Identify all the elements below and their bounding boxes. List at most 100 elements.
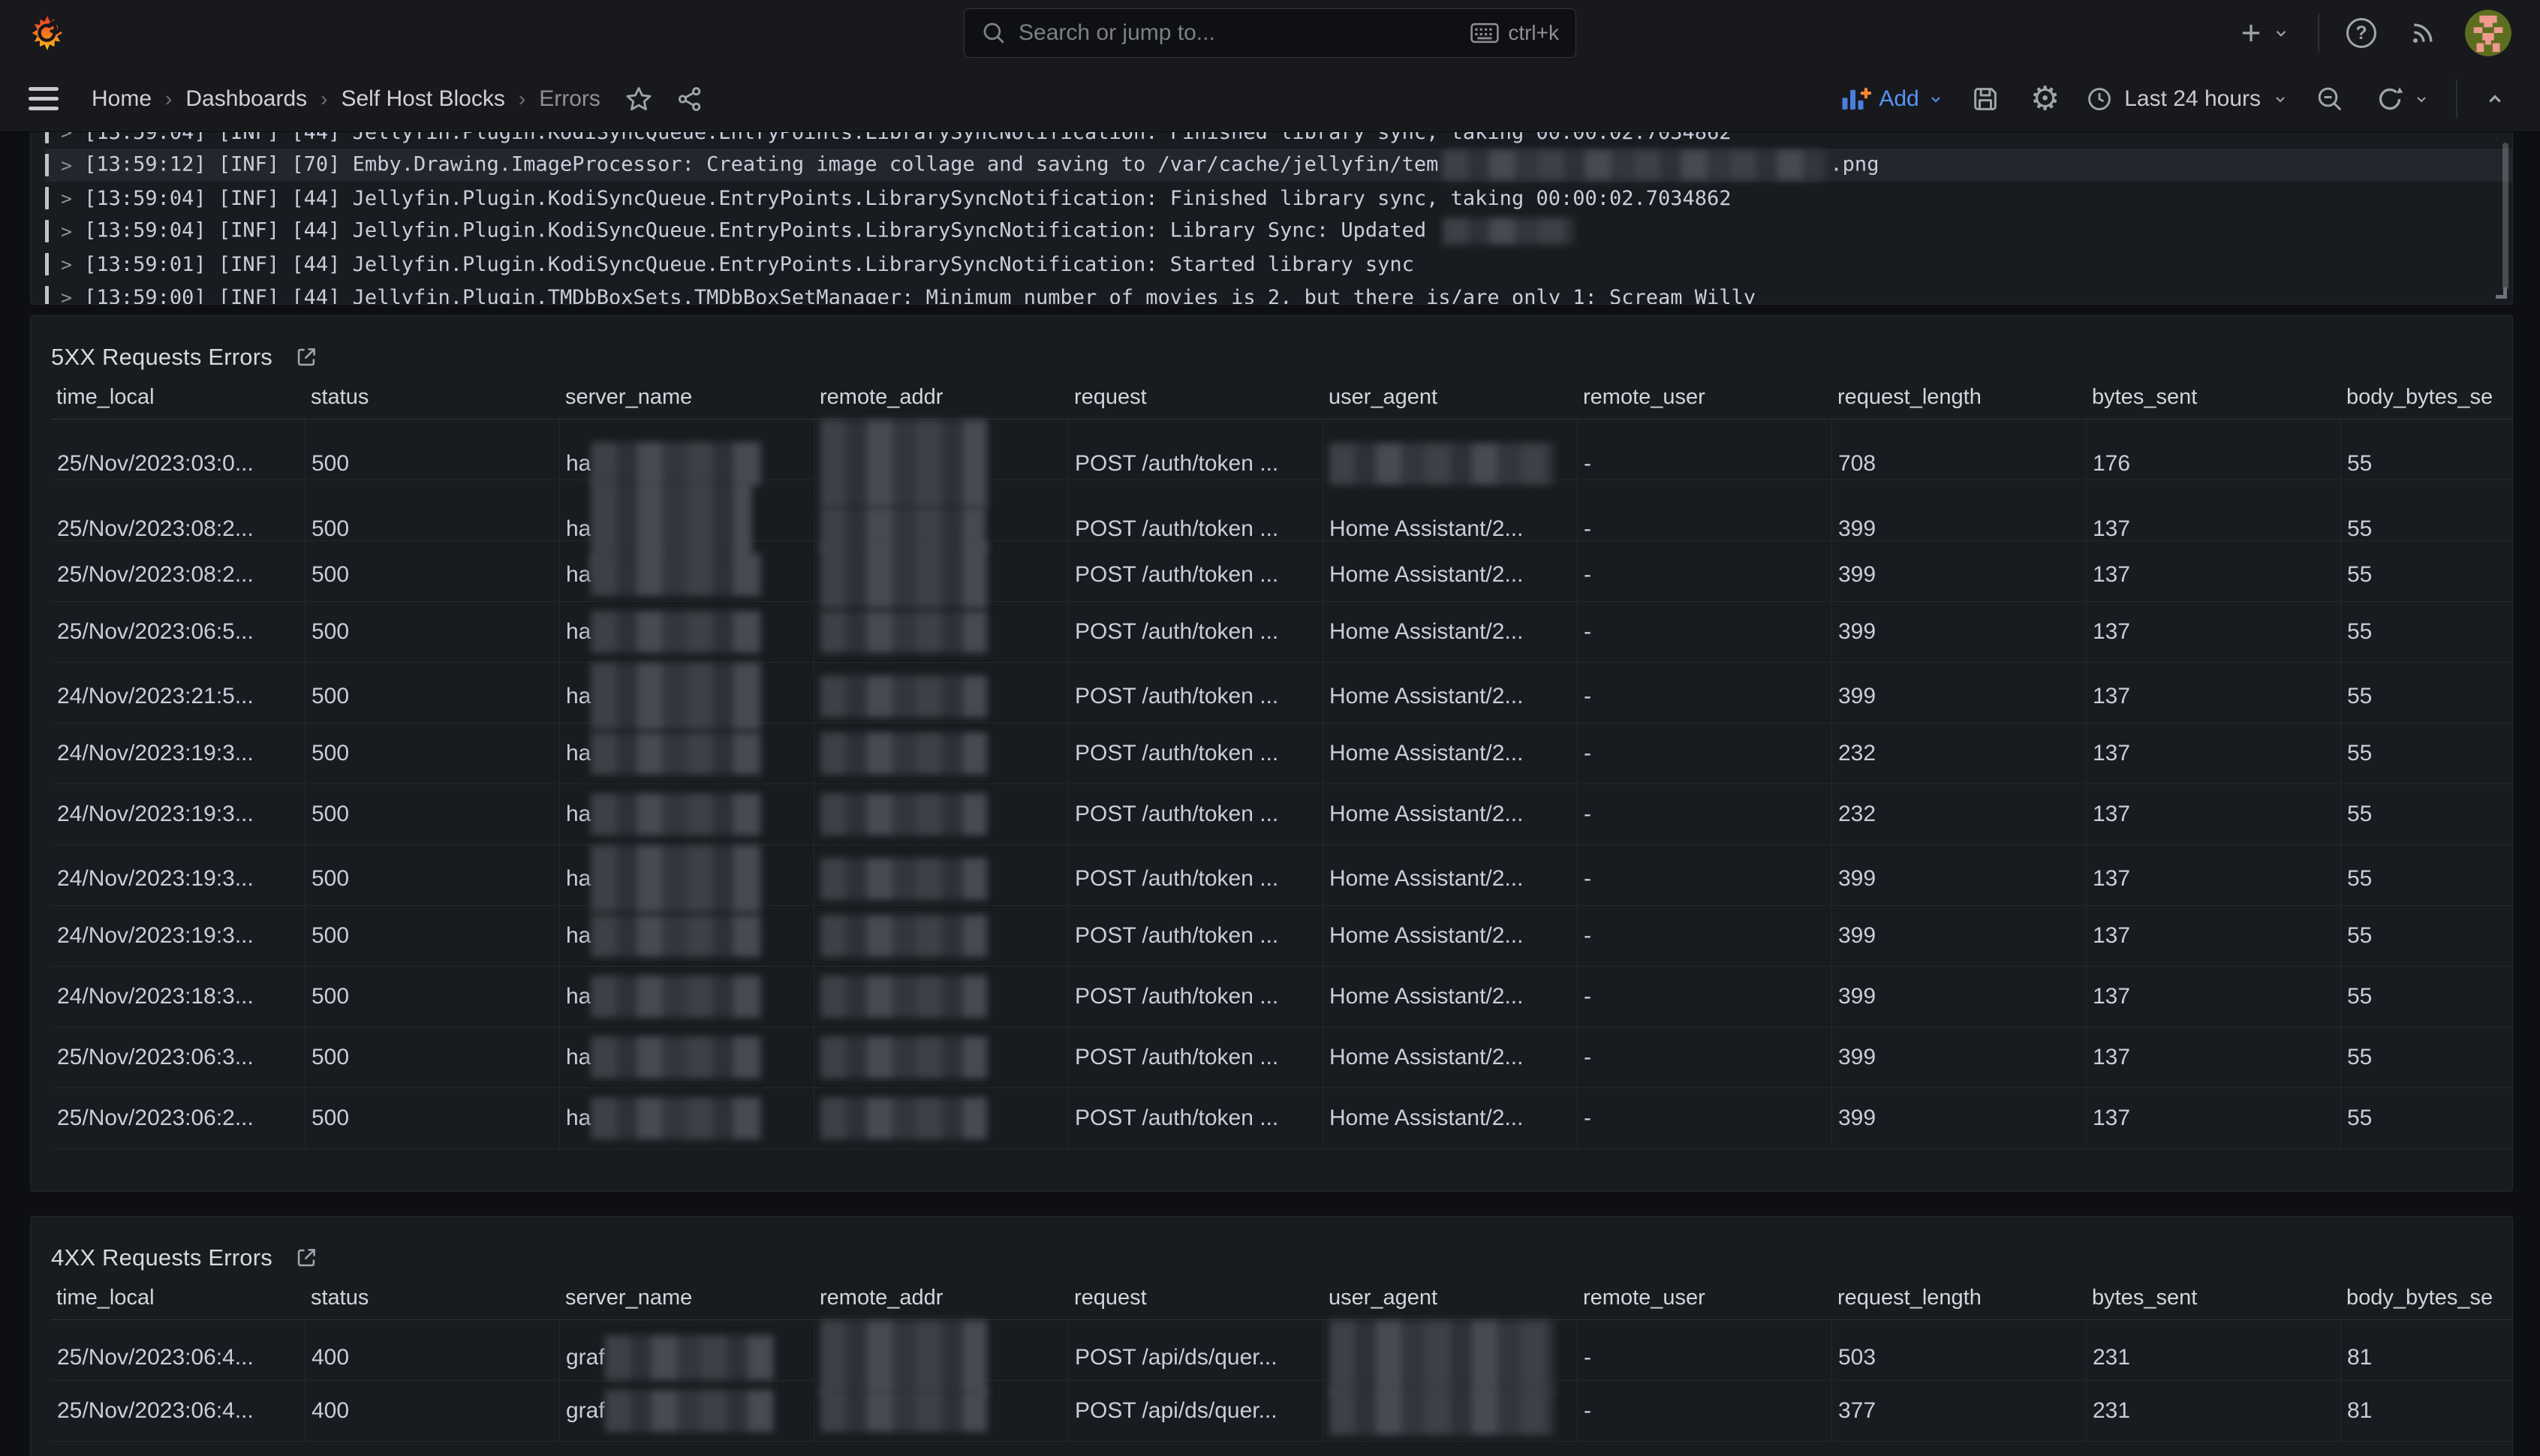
column-header-server_name[interactable]: server_name (560, 385, 814, 410)
redacted-value (820, 611, 987, 653)
table-cell: 377 (1832, 1381, 2087, 1441)
log-row[interactable]: >[13:59:04] [INF] [44] Jellyfin.Plugin.K… (45, 132, 2512, 149)
table-cell: 137 (2087, 541, 2341, 609)
log-row[interactable]: >[13:59:04] [INF] [44] Jellyfin.Plugin.K… (45, 182, 2512, 215)
column-header-status[interactable]: status (305, 1286, 560, 1310)
panel-5xx-requests-errors: 5XX Requests Errors time_localstatusserv… (30, 315, 2513, 1192)
add-panel-button[interactable]: Add (1840, 83, 1944, 115)
add-panel-icon (1840, 83, 1871, 115)
clock-icon (2085, 85, 2114, 113)
column-header-server_name[interactable]: server_name (560, 1286, 814, 1310)
log-row[interactable]: >[13:59:00] [INF] [44] Jellyfin.Plugin.T… (45, 281, 2512, 305)
redacted-value (591, 845, 762, 913)
column-header-request[interactable]: request (1069, 385, 1323, 410)
table-cell (814, 784, 1069, 844)
column-header-request_length[interactable]: request_length (1832, 1286, 2087, 1310)
share-button[interactable] (671, 80, 709, 118)
avatar-image (2465, 10, 2511, 56)
help-button[interactable]: ? (2342, 14, 2381, 53)
column-header-time_local[interactable]: time_local (51, 385, 305, 410)
external-link-icon[interactable] (293, 1245, 319, 1271)
table-cell: 399 (1832, 1027, 2087, 1087)
column-header-bytes_sent[interactable]: bytes_sent (2087, 1286, 2341, 1310)
table-cell: Home Assistant/2... (1323, 602, 1578, 662)
table-cell: POST /auth/token ... (1069, 723, 1323, 784)
dashboard-settings-button[interactable]: ⚙ (2026, 78, 2064, 120)
table-cell: 399 (1832, 845, 2087, 913)
table-cell: 500 (305, 967, 560, 1027)
profile-avatar[interactable] (2465, 10, 2511, 56)
redacted-value (1329, 443, 1554, 485)
panel-title[interactable]: 4XX Requests Errors (51, 1244, 272, 1271)
log-expand-icon[interactable]: > (61, 221, 72, 242)
favorite-button[interactable] (620, 80, 658, 118)
table-row: 25/Nov/2023:06:3...500haPOST /auth/token… (51, 1027, 2513, 1088)
column-header-remote_addr[interactable]: remote_addr (814, 385, 1069, 410)
log-level-bar (45, 154, 49, 176)
log-expand-icon[interactable]: > (61, 132, 72, 143)
breadcrumb-dashboards[interactable]: Dashboards (185, 86, 307, 112)
grafana-logo[interactable] (29, 14, 66, 52)
log-expand-icon[interactable]: > (61, 188, 72, 209)
panel-title[interactable]: 5XX Requests Errors (51, 344, 272, 371)
table-cell: - (1578, 1027, 1832, 1087)
redacted-value (591, 976, 762, 1018)
refresh-interval-chevron-icon (2412, 90, 2430, 108)
table-cell: 137 (2087, 906, 2341, 966)
table-cell: - (1578, 663, 1832, 730)
search-input[interactable]: Search or jump to... ctrl+k (964, 8, 1576, 58)
column-header-user_agent[interactable]: user_agent (1323, 385, 1578, 410)
table-cell: POST /auth/token ... (1069, 663, 1323, 730)
redacted-value (591, 663, 762, 730)
column-header-request[interactable]: request (1069, 1286, 1323, 1310)
toolbar-divider (2456, 80, 2457, 119)
zoom-out-button[interactable] (2310, 80, 2349, 119)
table-cell (814, 602, 1069, 662)
column-header-remote_user[interactable]: remote_user (1578, 1286, 1832, 1310)
table-cell: 137 (2087, 1027, 2341, 1087)
column-header-remote_addr[interactable]: remote_addr (814, 1286, 1069, 1310)
redacted-value (591, 1036, 762, 1078)
log-expand-icon[interactable]: > (61, 287, 72, 305)
news-button[interactable] (2403, 14, 2442, 53)
log-row[interactable]: > [13:59:12] [INF] [70] Emby.Drawing.Imag… (45, 149, 2512, 182)
column-header-time_local[interactable]: time_local (51, 1286, 305, 1310)
table-cell: 400 (305, 1381, 560, 1441)
topbar-divider (2318, 14, 2319, 53)
table-cell: 55 (2341, 602, 2513, 662)
column-header-bytes_sent[interactable]: bytes_sent (2087, 385, 2341, 410)
breadcrumb-home[interactable]: Home (92, 86, 152, 112)
table-cell: 25/Nov/2023:06:2... (51, 1088, 305, 1148)
table-cell: - (1578, 602, 1832, 662)
column-header-body_bytes_se[interactable]: body_bytes_se (2341, 1286, 2513, 1310)
refresh-button[interactable] (2370, 80, 2435, 119)
redacted-value (820, 1390, 987, 1432)
breadcrumb-self-host-blocks[interactable]: Self Host Blocks (341, 86, 504, 112)
time-range-label: Last 24 hours (2124, 86, 2261, 112)
log-row[interactable]: >[13:59:04] [INF] [44] Jellyfin.Plugin.K… (45, 215, 2512, 248)
table-cell: Home Assistant/2... (1323, 967, 1578, 1027)
log-expand-icon[interactable]: > (61, 155, 72, 176)
log-message: [13:59:12] [INF] [70] Emby.Drawing.Image… (84, 150, 1879, 180)
column-header-status[interactable]: status (305, 385, 560, 410)
save-dashboard-button[interactable] (1966, 80, 2005, 119)
mega-menu-button[interactable] (29, 87, 59, 110)
scrollbar-thumb[interactable] (2502, 143, 2508, 290)
redacted-value (1329, 1387, 1554, 1435)
table-cell: 137 (2087, 845, 2341, 913)
new-button[interactable] (2232, 14, 2295, 52)
column-header-request_length[interactable]: request_length (1832, 385, 2087, 410)
column-header-body_bytes_se[interactable]: body_bytes_se (2341, 385, 2513, 410)
panel-resize-handle[interactable] (2496, 287, 2507, 299)
panel-4xx-requests-errors: 4XX Requests Errors time_localstatusserv… (30, 1216, 2513, 1456)
table-row: 24/Nov/2023:19:3...500haPOST /auth/token… (51, 906, 2513, 967)
column-header-user_agent[interactable]: user_agent (1323, 1286, 1578, 1310)
log-expand-icon[interactable]: > (61, 254, 72, 275)
redacted-value (605, 1390, 774, 1432)
external-link-icon[interactable] (293, 344, 319, 370)
collapse-toolbar-button[interactable] (2478, 83, 2511, 116)
column-header-remote_user[interactable]: remote_user (1578, 385, 1832, 410)
time-range-picker[interactable]: Last 24 hours (2085, 85, 2289, 113)
table-5xx: time_localstatusserver_nameremote_addrre… (51, 376, 2513, 1149)
log-row[interactable]: >[13:59:01] [INF] [44] Jellyfin.Plugin.K… (45, 248, 2512, 281)
